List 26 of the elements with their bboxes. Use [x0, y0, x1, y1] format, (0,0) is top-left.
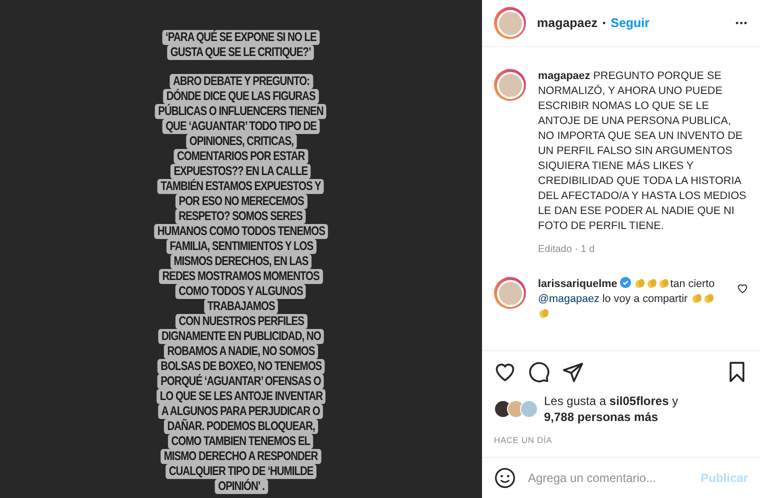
avatar-icon[interactable]: [494, 7, 526, 39]
likes-text: Les gusta a sil05flores y: [544, 394, 678, 408]
separator: •: [602, 18, 606, 28]
comment-icon[interactable]: [528, 361, 550, 383]
clapping-hands-icon: [538, 307, 550, 319]
comment-text: lo voy a compartir: [601, 293, 689, 305]
likes-count[interactable]: 9,788 personas más: [544, 410, 658, 424]
emoji-icon[interactable]: [494, 467, 516, 489]
clapping-hands-icon: [690, 292, 703, 304]
caption-text: magapaez PREGUNTO PORQUE SE NORMALIZÓ, Y AHORA UNO PUEDE ESCRIBIR NOMAS LO QUE SE LE ANTOJE DE UNA PERSONA PUBLICA, NO IMPORTA QUE SEA UN INVENTO DE UN PERFIL FALSO SIN ARGUMENTOS SIQUIERA TIENE MÁS LIKES Y CREDIBILIDAD QUE TODA LA HISTORIA DEL AFECTADO/A Y HASTA LOS MEDIOS LE DAN ESE PODER AL NADIE QUE NI FOTO DE PERFIL TIENE.: [538, 69, 748, 234]
share-icon[interactable]: [562, 361, 584, 383]
mention-link[interactable]: @magapaez: [538, 293, 600, 305]
clapping-hands-icon: [702, 292, 715, 304]
more-options-button[interactable]: •••: [736, 18, 748, 28]
caption-meta: Editado · 1 d: [538, 244, 596, 255]
clapping-hands-icon: [658, 277, 670, 289]
like-comment-icon[interactable]: [737, 283, 748, 294]
comment-username[interactable]: larissariquelme: [538, 278, 618, 290]
like-icon[interactable]: [494, 361, 516, 383]
username-link[interactable]: magapaez: [537, 16, 598, 30]
post-date: HACE UN DÍA: [482, 429, 760, 458]
clapping-hands-icon: [634, 277, 646, 289]
avatar-icon[interactable]: [494, 277, 526, 309]
clapping-hands-icon: [646, 277, 658, 289]
comment-text: tan cierto: [670, 278, 715, 290]
avatar-icon[interactable]: [494, 69, 526, 101]
